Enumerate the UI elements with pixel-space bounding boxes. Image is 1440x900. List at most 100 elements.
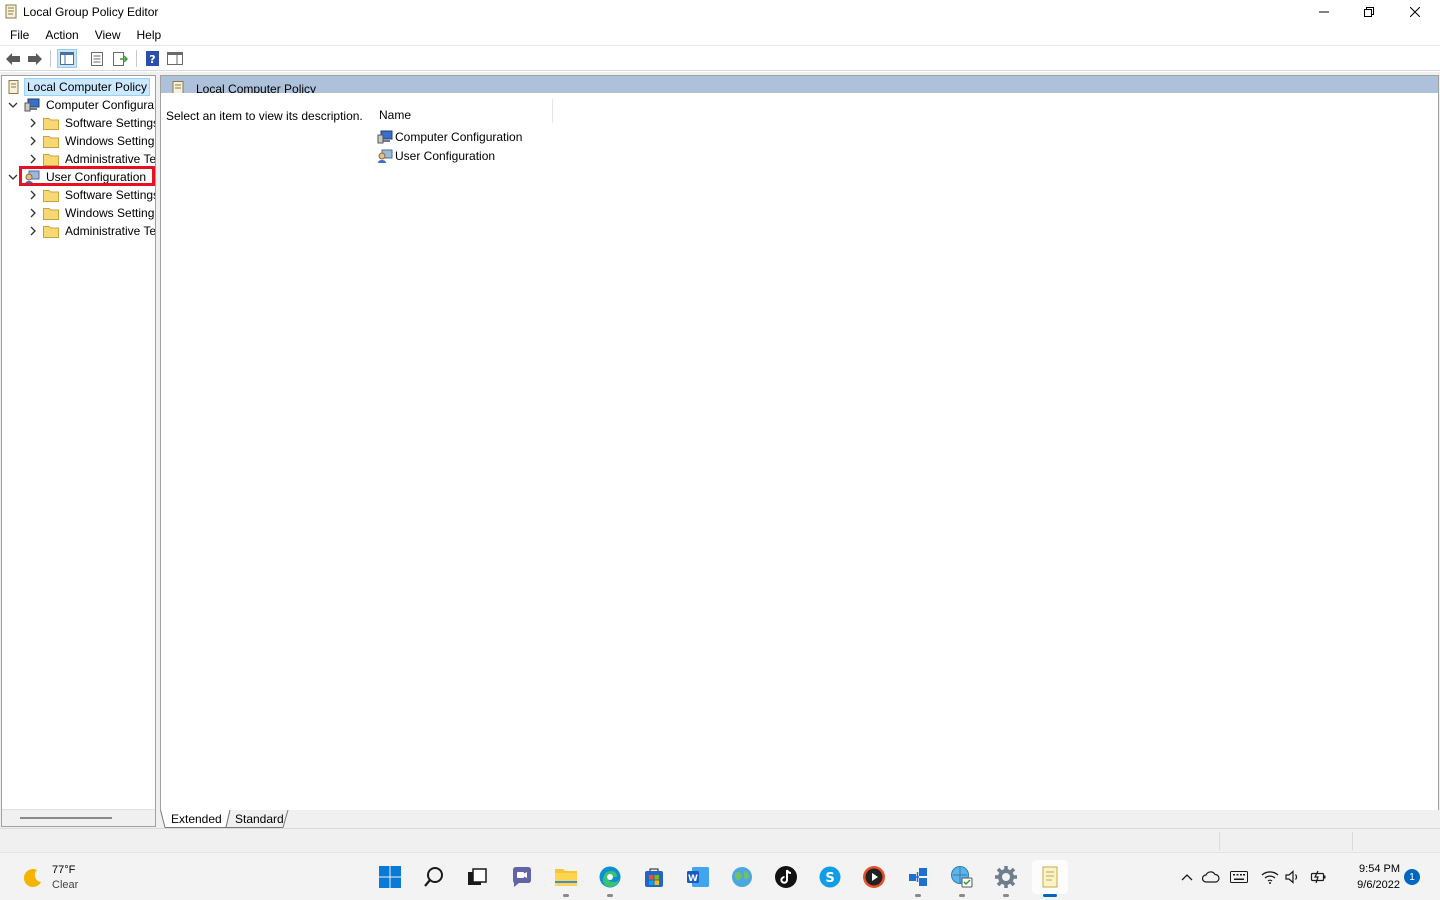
tree-node-software-settings[interactable]: Software Settings [2, 186, 155, 204]
weather-condition: Clear [52, 879, 79, 891]
folder-icon [43, 154, 59, 166]
start-button[interactable] [372, 860, 408, 894]
search-icon [424, 867, 443, 887]
tab-standard[interactable]: Standard [235, 810, 284, 828]
tiktok-icon [775, 866, 797, 888]
export-list-button[interactable] [110, 49, 130, 68]
tree-root-label: Local Computer Policy [24, 78, 151, 96]
tree-node-administrative-templates[interactable]: Administrative Te [2, 222, 155, 240]
action-pane-icon [167, 52, 183, 65]
list-item-computer-configuration[interactable]: Computer Configuration [377, 128, 522, 146]
running-indicator [1003, 894, 1009, 897]
tree-node-label: Administrative Te [65, 152, 156, 166]
title-bar: Local Group Policy Editor [0, 0, 1440, 24]
web-settings-app-button[interactable] [944, 860, 980, 897]
tree-node-computer-configuration[interactable]: Computer Configura [2, 96, 155, 114]
chevron-right-icon[interactable] [28, 118, 38, 128]
taskbar: 77°F Clear W S 9:54 PM 9/6/2022 1 [0, 852, 1440, 900]
keyboard-icon [1230, 871, 1248, 883]
show-hidden-icons-button[interactable] [1177, 867, 1197, 887]
column-header-name[interactable]: Name [379, 108, 411, 122]
task-view-button[interactable] [459, 860, 495, 894]
folder-icon [43, 226, 59, 238]
chevron-right-icon[interactable] [28, 136, 38, 146]
menu-file[interactable]: File [10, 28, 29, 42]
tree-node-label: Computer Configura [46, 98, 155, 112]
gear-icon [995, 866, 1017, 888]
back-arrow-icon [6, 52, 20, 65]
running-indicator [959, 894, 965, 897]
system-clock[interactable]: 9:54 PM 9/6/2022 [1336, 861, 1400, 893]
menu-help[interactable]: Help [137, 28, 162, 42]
tree-node-label: Software Settings [65, 116, 156, 130]
maps-app-button[interactable] [724, 860, 760, 894]
back-button[interactable] [3, 49, 23, 68]
show-hide-console-tree-button[interactable] [57, 49, 77, 68]
wifi-icon [1261, 871, 1279, 884]
status-divider [1219, 832, 1220, 850]
menu-view[interactable]: View [95, 28, 121, 42]
media-player-button[interactable] [856, 860, 892, 894]
settings-button[interactable] [988, 860, 1024, 897]
tree-node-windows-settings[interactable]: Windows Setting [2, 204, 155, 222]
column-divider[interactable] [552, 99, 553, 123]
notification-badge[interactable]: 1 [1404, 869, 1420, 885]
status-divider [1352, 832, 1353, 850]
chat-icon [513, 867, 531, 887]
chevron-right-icon[interactable] [28, 226, 38, 236]
chevron-down-icon[interactable] [8, 172, 18, 182]
onedrive-tray-button[interactable] [1201, 867, 1221, 887]
edge-browser-button[interactable] [592, 860, 628, 897]
window-title: Local Group Policy Editor [23, 5, 159, 19]
scrollbar-thumb[interactable] [20, 817, 112, 819]
wifi-tray-button[interactable] [1260, 867, 1280, 887]
help-button[interactable]: ? [142, 49, 162, 68]
minimize-button[interactable] [1301, 0, 1347, 24]
volume-tray-button[interactable] [1283, 867, 1303, 887]
search-button[interactable] [416, 860, 452, 894]
horizontal-scrollbar[interactable] [2, 809, 155, 826]
pane-header: Local Computer Policy [161, 76, 1438, 96]
tree-node-windows-settings[interactable]: Windows Setting [2, 132, 155, 150]
tiktok-button[interactable] [768, 860, 804, 894]
properties-button[interactable] [87, 49, 107, 68]
word-button[interactable]: W [680, 860, 716, 894]
forward-button[interactable] [25, 49, 45, 68]
weather-widget[interactable]: 77°F Clear [20, 863, 140, 893]
tree-root-local-computer-policy[interactable]: Local Computer Policy [2, 78, 151, 96]
tab-extended[interactable]: Extended [171, 810, 222, 828]
windows-logo-icon [379, 866, 401, 888]
microsoft-store-button[interactable] [636, 860, 672, 894]
chevron-down-icon[interactable] [8, 100, 18, 110]
folder-icon [43, 136, 59, 148]
user-config-icon [378, 149, 393, 163]
properties-icon [91, 51, 103, 66]
toolbar-separator [136, 50, 137, 67]
chevron-right-icon[interactable] [28, 208, 38, 218]
file-explorer-button[interactable] [548, 860, 584, 897]
show-action-pane-button[interactable] [165, 49, 185, 68]
chevron-right-icon[interactable] [28, 190, 38, 200]
restore-button[interactable] [1346, 0, 1392, 24]
group-policy-editor-taskbar-button[interactable] [1032, 860, 1068, 897]
folder-icon [43, 190, 59, 202]
list-item-user-configuration[interactable]: User Configuration [377, 147, 495, 165]
network-app-button[interactable] [900, 860, 936, 897]
clock-time: 9:54 PM [1359, 863, 1400, 875]
teams-chat-button[interactable] [504, 860, 540, 894]
speaker-icon [1285, 870, 1298, 884]
tree-node-software-settings[interactable]: Software Settings [2, 114, 156, 132]
minimize-icon [1319, 11, 1329, 13]
battery-tray-button[interactable] [1308, 867, 1328, 887]
close-button[interactable] [1392, 0, 1438, 24]
svg-text:?: ? [149, 53, 155, 66]
view-tabs: Extended Standard [160, 810, 1439, 828]
running-indicator [607, 894, 613, 897]
menu-action[interactable]: Action [45, 28, 78, 42]
keyboard-tray-button[interactable] [1229, 867, 1249, 887]
chevron-right-icon[interactable] [28, 154, 38, 164]
skype-button[interactable]: S [812, 860, 848, 894]
running-indicator [915, 894, 921, 897]
network-icon [909, 868, 927, 886]
status-bar [0, 828, 1440, 852]
